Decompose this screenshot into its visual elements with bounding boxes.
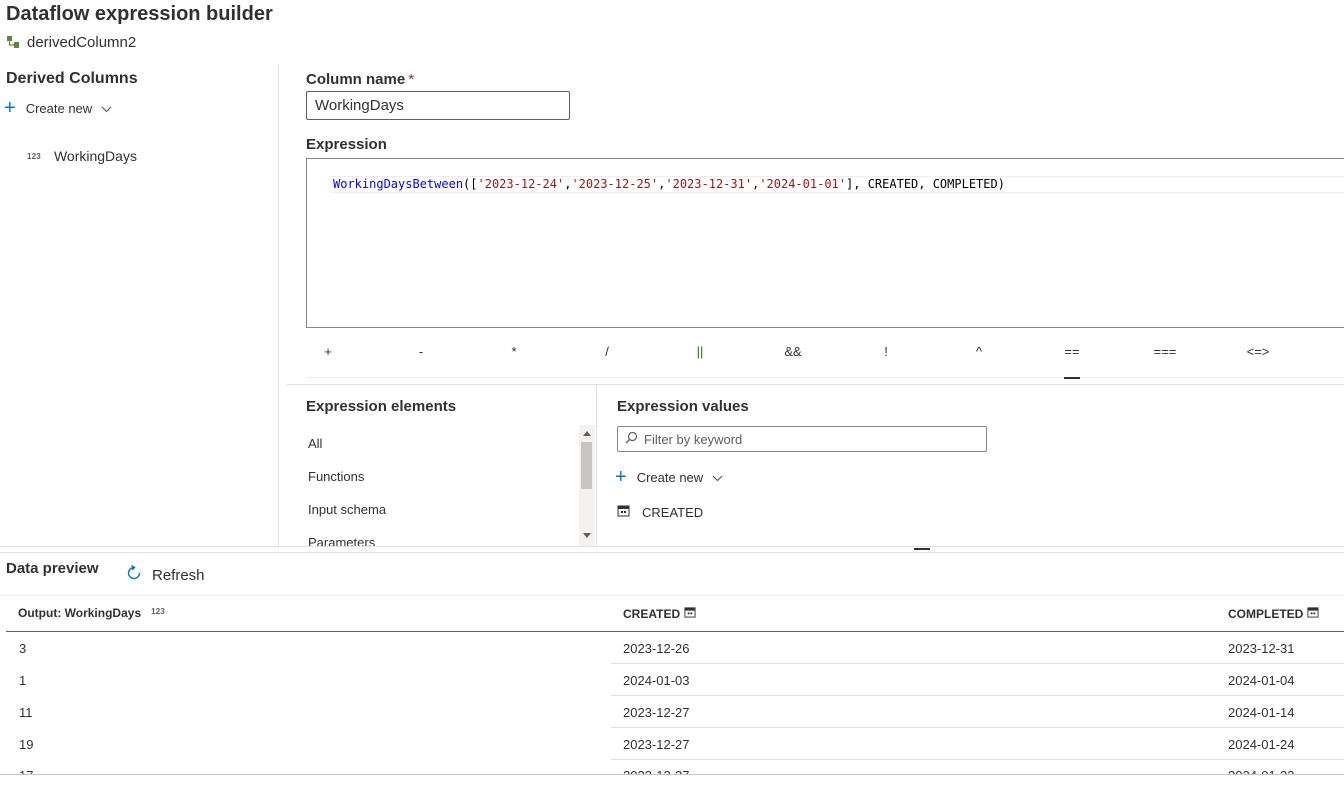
scroll-up-icon[interactable]: [583, 431, 591, 436]
selected-operator-indicator: [1064, 377, 1080, 379]
column-name-input[interactable]: [306, 91, 570, 120]
filter-input[interactable]: [644, 431, 964, 447]
bottom-border: [0, 774, 1344, 775]
operator-toolbar: + - * / || &&! ^ == === <=>: [306, 342, 1344, 379]
expression-token: ], CREATED, COMPLETED): [846, 177, 1005, 191]
table-cell: 2024-01-24: [1228, 737, 1295, 752]
expression-token: WorkingDaysBetween: [333, 177, 464, 191]
operator-plus-button[interactable]: +: [308, 342, 348, 362]
table-cell: 2023-12-27: [623, 737, 690, 752]
chevron-down-icon: [101, 101, 112, 116]
derived-column-icon: [6, 35, 21, 50]
column-header-label: COMPLETED: [1228, 606, 1304, 621]
operator-strict-equals-button[interactable]: ===: [1145, 342, 1185, 362]
table-cell: 19: [19, 737, 34, 752]
operator-and-button[interactable]: &&: [773, 342, 813, 362]
operator-or-button[interactable]: ||: [680, 342, 720, 362]
create-new-label: Create new: [25, 100, 93, 116]
node-name-label: derivedColumn2: [27, 34, 137, 51]
dialog-title: Dataflow expression builder: [6, 3, 273, 25]
table-cell: 2024-01-14: [1228, 705, 1295, 720]
header-divider: [6, 631, 1344, 632]
create-new-value-button[interactable]: + Create new: [615, 467, 723, 487]
column-name-label: Column name *: [306, 71, 414, 88]
expression-editor[interactable]: WorkingDaysBetween(['2023-12-24','2023-1…: [306, 158, 1344, 328]
integer-type-icon: 123: [151, 606, 166, 616]
calendar-icon: [1307, 606, 1319, 621]
elements-scrollbar[interactable]: [579, 425, 595, 546]
expression-elements-heading: Expression elements: [306, 398, 457, 415]
node-name: derivedColumn2: [6, 34, 136, 51]
operator-null-safe-equals-button[interactable]: <=>: [1238, 342, 1278, 362]
table-cell: 1: [19, 673, 27, 688]
operator-xor-button[interactable]: ^: [959, 342, 999, 362]
table-cell: 2024-01-04: [1228, 673, 1295, 688]
row-divider: [611, 727, 1344, 728]
expression-token: '2023-12-31': [665, 177, 753, 191]
row-divider: [611, 663, 1344, 664]
table-cell: 11: [19, 705, 33, 720]
plus-icon: +: [615, 466, 627, 488]
data-preview-title: Data preview: [6, 560, 99, 577]
required-mark: *: [408, 71, 415, 88]
divider: [0, 595, 1344, 596]
expression-token: '2023-12-25': [571, 177, 659, 191]
calendar-icon: [617, 504, 630, 520]
plus-icon: +: [4, 97, 16, 119]
element-item-parameters[interactable]: Parameters: [308, 535, 375, 546]
derived-columns-panel: Derived Columns + Create new 123 Working…: [0, 64, 279, 546]
filter-box: [617, 426, 987, 452]
row-divider: [611, 759, 1344, 760]
column-header-label: Output: WorkingDays: [18, 606, 142, 620]
element-item-functions[interactable]: Functions: [308, 469, 364, 484]
expression-token: ([: [463, 177, 478, 191]
expression-values-panel: Expression values + Create new CREATED: [598, 385, 1344, 546]
expression-token: '2023-12-24': [477, 177, 565, 191]
element-item-all[interactable]: All: [308, 436, 322, 451]
column-header-created[interactable]: CREATED: [623, 606, 696, 621]
search-icon: [625, 431, 638, 447]
operator-minus-button[interactable]: -: [401, 342, 441, 362]
row-divider: [611, 695, 1344, 696]
expression-token: '2024-01-01': [759, 177, 847, 191]
table-cell: 2023-12-26: [623, 641, 690, 656]
scroll-down-icon[interactable]: [583, 533, 591, 538]
value-item-created[interactable]: CREATED: [617, 504, 703, 520]
table-cell: 2023-12-27: [623, 705, 690, 720]
derived-column-item[interactable]: 123 WorkingDays: [27, 148, 137, 164]
integer-type-icon: 123: [27, 151, 41, 161]
splitter-grip[interactable]: [914, 548, 930, 550]
table-cell: 2024-01-03: [623, 673, 690, 688]
calendar-icon: [684, 606, 696, 621]
scroll-thumb[interactable]: [581, 442, 592, 489]
splitter-line: [0, 552, 1344, 553]
column-header-label: CREATED: [623, 606, 681, 621]
operator-not-button[interactable]: !: [866, 342, 906, 362]
column-header-completed[interactable]: COMPLETED: [1228, 606, 1319, 621]
expression-values-heading: Expression values: [617, 398, 749, 415]
expression-elements-panel: Expression elements All Functions Input …: [287, 385, 597, 546]
table-row: 172023-12-272024-01-23: [0, 762, 1344, 774]
refresh-button[interactable]: Refresh: [125, 564, 205, 586]
refresh-icon: [125, 564, 143, 586]
expression-code: WorkingDaysBetween(['2023-12-24','2023-1…: [333, 177, 1005, 191]
table-cell: 2023-12-31: [1228, 641, 1295, 656]
operator-divide-button[interactable]: /: [587, 342, 627, 362]
table-cell: 3: [19, 641, 27, 656]
column-name-label-text: Column name: [306, 71, 406, 88]
value-item-name: CREATED: [642, 504, 704, 520]
splitter-line: [0, 546, 1344, 547]
refresh-label: Refresh: [152, 566, 205, 584]
element-item-input-schema[interactable]: Input schema: [308, 502, 386, 517]
column-header-output[interactable]: Output: WorkingDays 123: [18, 606, 165, 620]
create-new-label: Create new: [636, 469, 704, 485]
expression-label: Expression: [306, 136, 387, 153]
create-new-column-button[interactable]: + Create new: [4, 98, 112, 118]
chevron-down-icon: [712, 470, 723, 485]
derived-column-name: WorkingDays: [53, 148, 137, 164]
derived-columns-heading: Derived Columns: [6, 70, 138, 87]
operator-equals-button[interactable]: ==: [1052, 342, 1092, 362]
operator-multiply-button[interactable]: *: [494, 342, 534, 362]
